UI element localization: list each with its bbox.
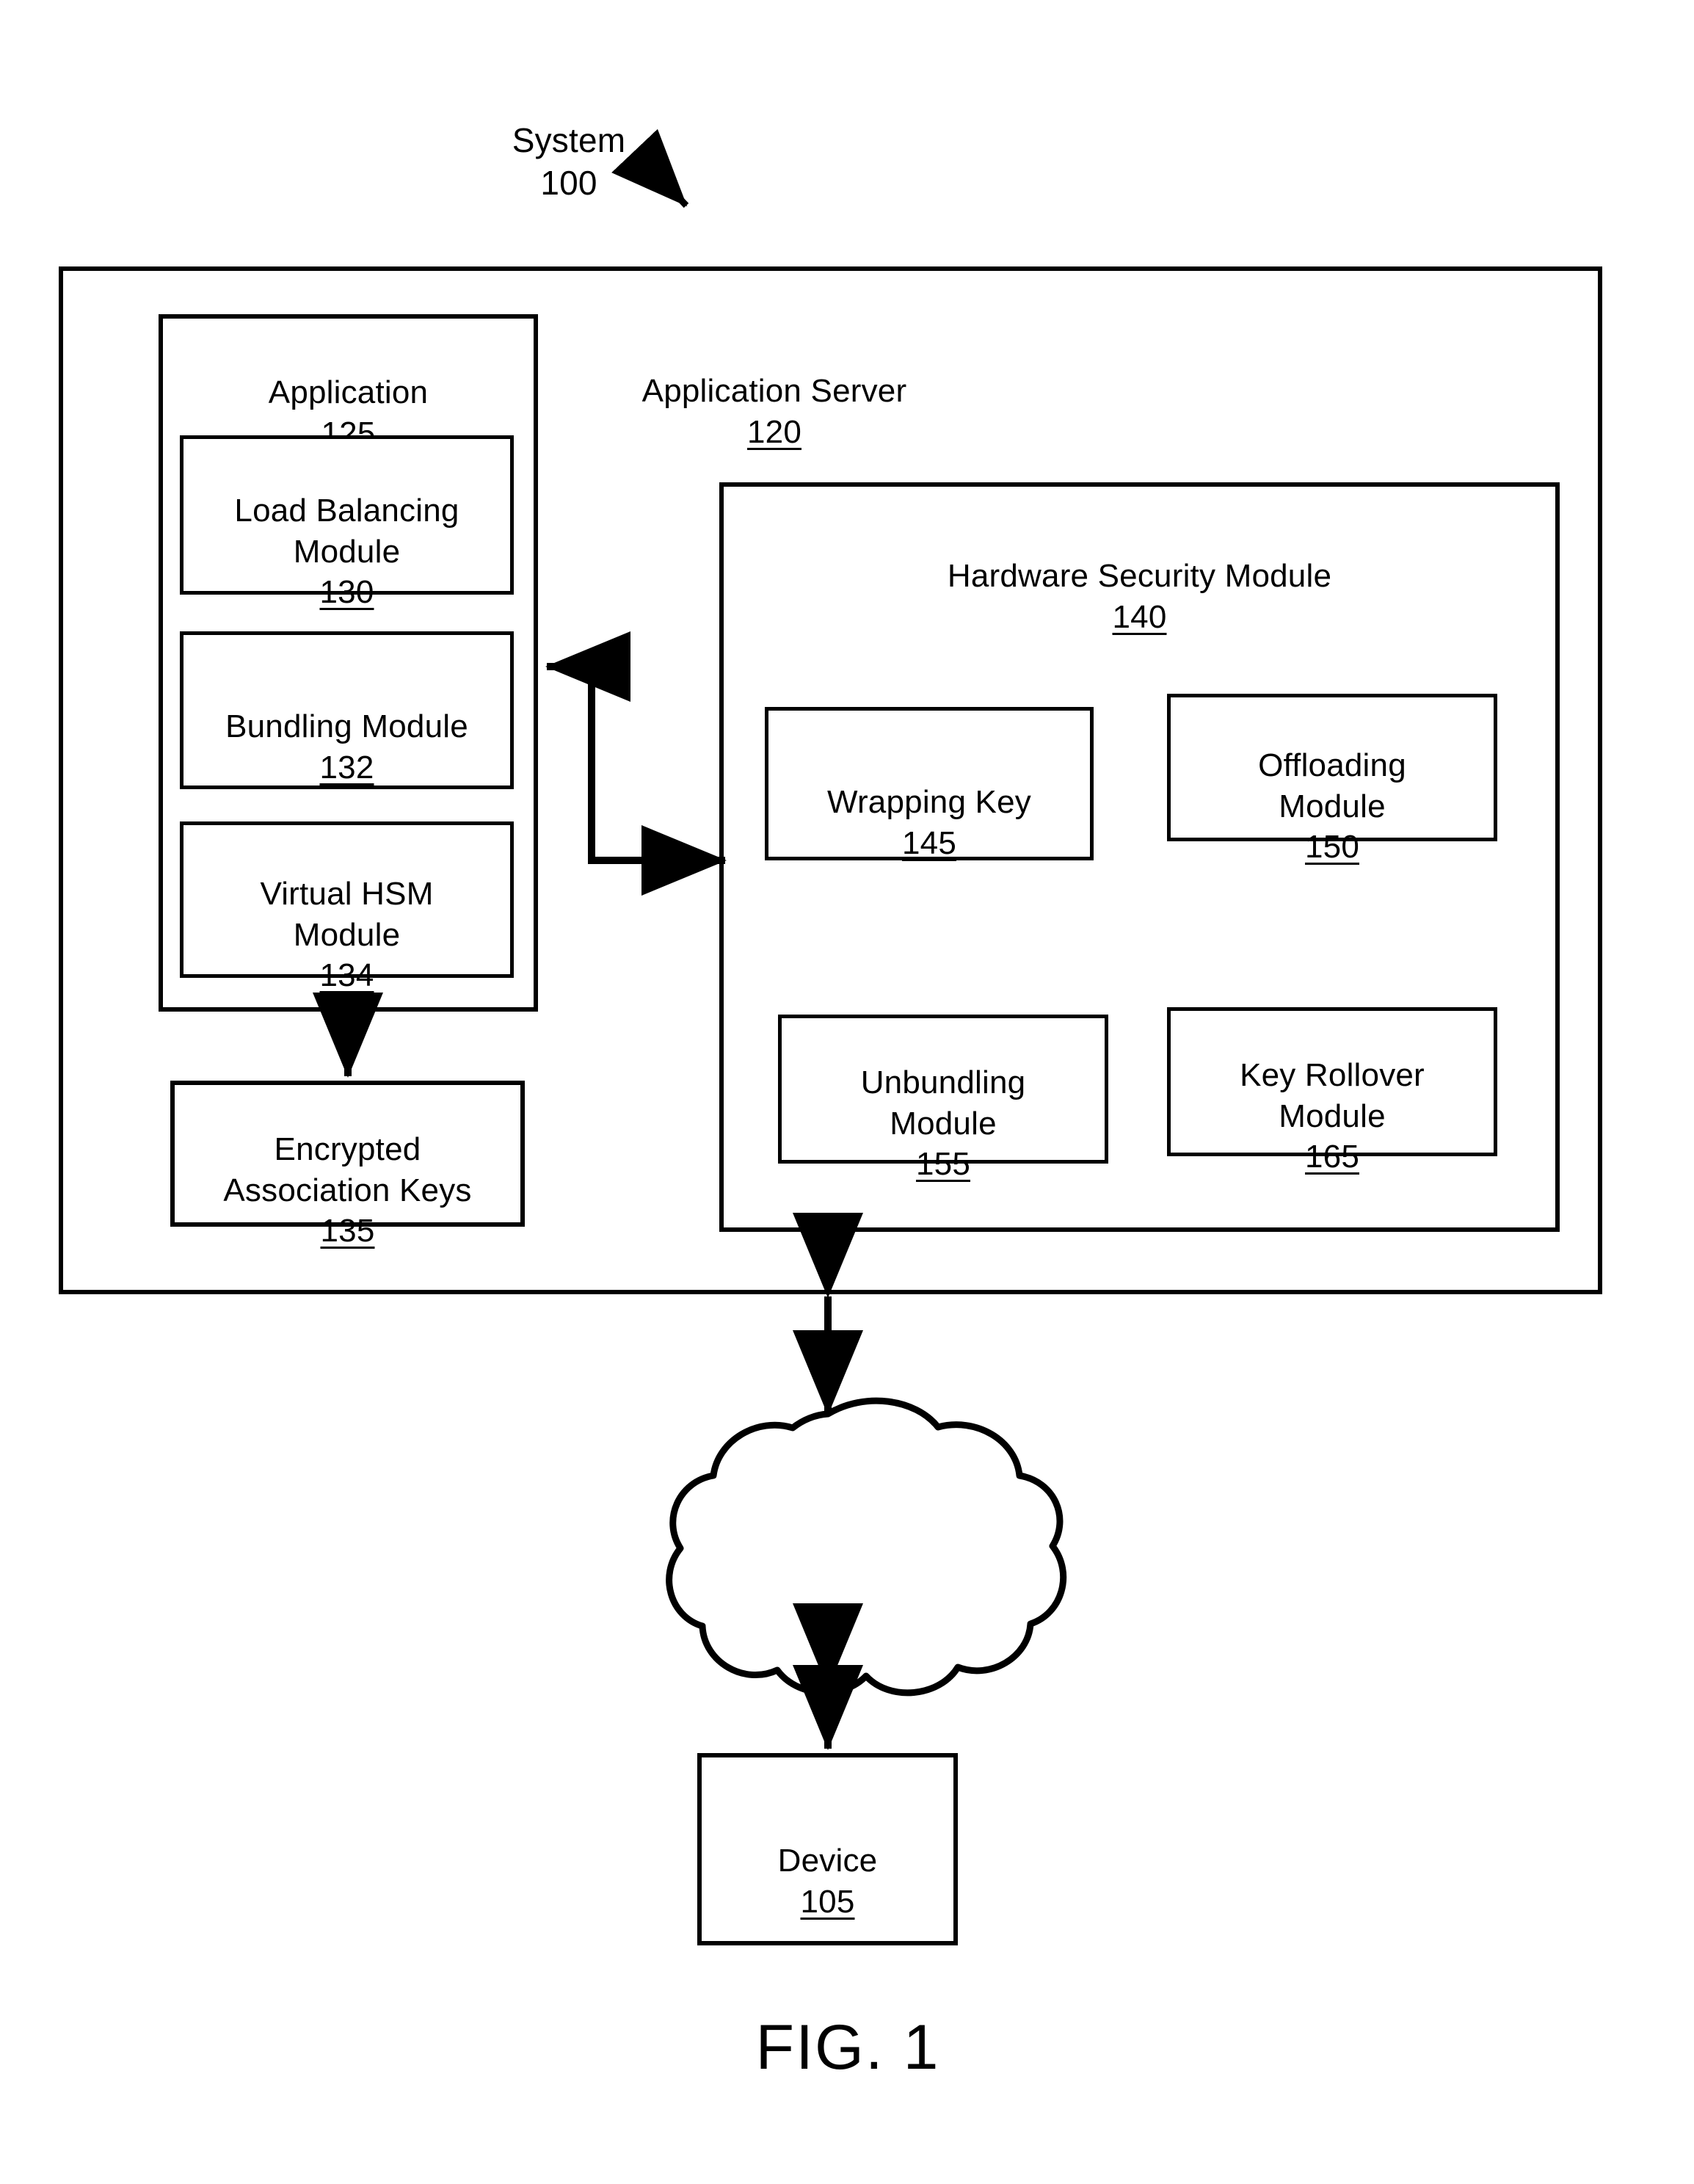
hardware-security-module-label: Hardware Security Module 140 — [719, 515, 1560, 678]
offloading-module-name: Offloading Module — [1258, 747, 1406, 824]
system-callout-number: 100 — [540, 163, 597, 202]
wrapping-key-number: 145 — [901, 824, 956, 861]
system-callout-name: System — [512, 120, 626, 159]
unbundling-module-number: 155 — [915, 1146, 970, 1183]
load-balancing-module-name: Load Balancing Module — [234, 493, 459, 570]
bundling-module-number: 132 — [319, 749, 374, 786]
patent-figure: System 100 Application Server 120 Applic… — [0, 0, 1694, 2184]
virtual-hsm-module-name: Virtual HSM Module — [260, 876, 434, 953]
encrypted-association-keys-label: Encrypted Association Keys 135 — [170, 1089, 525, 1292]
device-name: Device — [777, 1843, 878, 1879]
system-callout: System 100 — [462, 77, 675, 247]
unbundling-module-label: Unbundling Module 155 — [778, 1022, 1108, 1225]
device-label: Device 105 — [697, 1800, 958, 1963]
wrapping-key-name: Wrapping Key — [827, 784, 1031, 821]
device-number: 105 — [800, 1883, 855, 1920]
unbundling-module-name: Unbundling Module — [860, 1064, 1026, 1142]
bundling-module-name: Bundling Module — [225, 708, 468, 745]
load-balancing-module-label: Load Balancing Module 130 — [180, 450, 514, 653]
bundling-module-label: Bundling Module 132 — [180, 666, 514, 829]
load-balancing-module-number: 130 — [319, 574, 374, 611]
application-server-name: Application Server — [641, 373, 907, 410]
virtual-hsm-module-number: 134 — [319, 957, 374, 994]
offloading-module-label: Offloading Module 150 — [1167, 705, 1497, 908]
wrapping-key-label: Wrapping Key 145 — [765, 741, 1094, 904]
key-rollover-module-name: Key Rollover Module — [1240, 1057, 1425, 1134]
encrypted-association-keys-name: Encrypted Association Keys — [223, 1131, 472, 1208]
network-name: Network — [769, 1533, 890, 1570]
hardware-security-module-name: Hardware Security Module — [947, 558, 1332, 595]
network-number: 110 — [803, 1573, 856, 1610]
key-rollover-module-number: 165 — [1304, 1139, 1359, 1175]
application-name: Application — [268, 374, 429, 411]
encrypted-association-keys-number: 135 — [320, 1213, 375, 1249]
offloading-module-number: 150 — [1304, 829, 1359, 866]
application-server-label: Application Server 120 — [620, 330, 928, 493]
network-label: Network 110 — [690, 1490, 969, 1653]
key-rollover-module-label: Key Rollover Module 165 — [1167, 1015, 1497, 1218]
application-server-number: 120 — [746, 413, 801, 450]
hardware-security-module-number: 140 — [1112, 598, 1167, 635]
virtual-hsm-module-label: Virtual HSM Module 134 — [180, 833, 514, 1037]
figure-caption: FIG. 1 — [755, 2012, 940, 2083]
